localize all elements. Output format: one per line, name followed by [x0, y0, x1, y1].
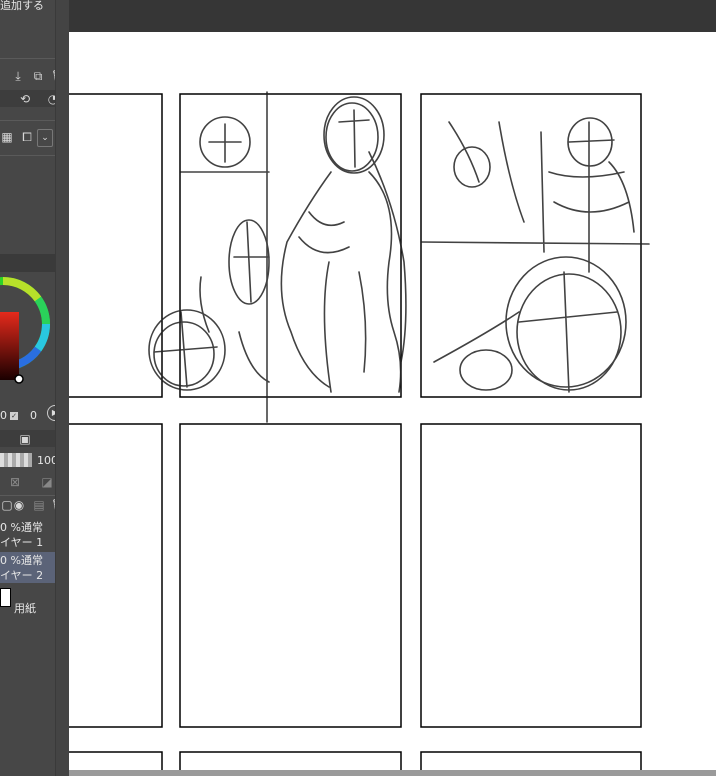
- import-icon[interactable]: ⤓: [11, 69, 25, 83]
- layer-blend: 0 %通常: [0, 521, 43, 534]
- checkbox-icon[interactable]: ✓: [10, 412, 18, 420]
- add-label[interactable]: 追加する: [0, 0, 44, 13]
- dropdown-button[interactable]: ⌄: [37, 129, 53, 147]
- frame-4: [69, 423, 163, 728]
- duplicate-icon[interactable]: ⧉: [31, 69, 45, 83]
- chevron-down-icon: ⌄: [41, 133, 49, 143]
- ruler-icon[interactable]: ◪: [40, 475, 54, 489]
- layer-copy-icon[interactable]: ⧠: [20, 130, 34, 144]
- layer-blend: 0 %通常: [0, 554, 43, 567]
- panel-scrollbar[interactable]: [55, 0, 70, 776]
- folder-icon[interactable]: ▤: [32, 498, 46, 512]
- canvas-tab-bar: [69, 0, 716, 32]
- paper-thumbnail: [0, 588, 11, 607]
- layer-name: イヤー 2: [0, 569, 44, 582]
- frame-5: [179, 423, 402, 728]
- paper-label: 用紙: [14, 602, 36, 615]
- refresh-icon[interactable]: ⟲: [18, 92, 32, 106]
- texture-icon[interactable]: ▦: [0, 130, 14, 144]
- layer-row-1[interactable]: 0 %通常 イヤー 1: [0, 519, 55, 550]
- layer-name: イヤー 1: [0, 536, 44, 549]
- color-value-left: 0: [0, 409, 7, 422]
- frame-1: [69, 93, 163, 398]
- frame-6: [420, 423, 642, 728]
- layer-row-2-selected[interactable]: 0 %通常 イヤー 2: [0, 552, 55, 583]
- record-icon[interactable]: ◉: [12, 498, 26, 512]
- opacity-slider[interactable]: [0, 453, 32, 467]
- mask-icon[interactable]: ⊠: [8, 475, 22, 489]
- horizontal-scrollbar[interactable]: [69, 770, 716, 776]
- sketch: [148, 91, 650, 423]
- camera-icon[interactable]: ▣: [18, 432, 32, 446]
- color-value-right: 0: [30, 409, 37, 422]
- canvas[interactable]: [69, 32, 716, 776]
- comic-frames: [69, 91, 650, 776]
